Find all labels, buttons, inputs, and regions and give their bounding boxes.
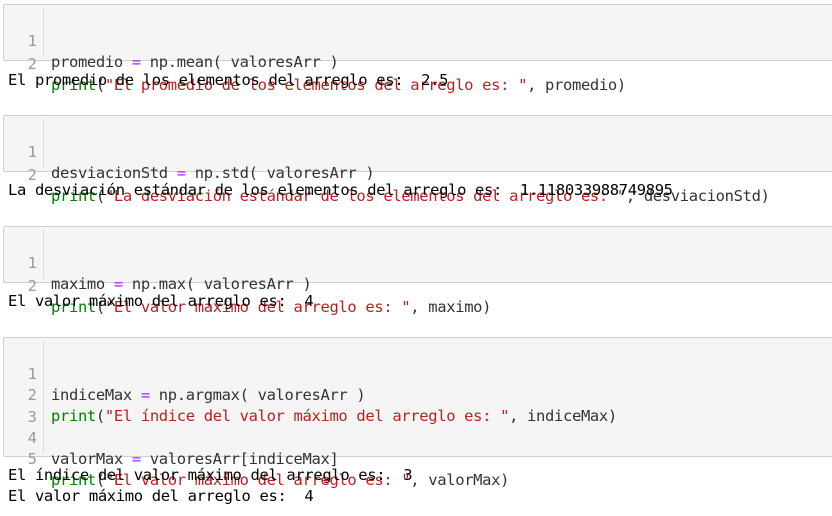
code-token: , promedio) xyxy=(527,76,626,94)
notebook: 1 promedio = np.mean( valoresArr ) 2 pri… xyxy=(0,0,832,516)
code-cell[interactable]: 1 indiceMax = np.argmax( valoresArr ) 2 … xyxy=(3,337,832,489)
code-token: = xyxy=(131,53,141,71)
code-cell[interactable]: 1 desviacionStd = np.std( valoresArr ) 2… xyxy=(3,115,832,205)
code-token: , maximo) xyxy=(410,298,492,316)
code-line[interactable]: 2 print("El valor máximo del arreglo es:… xyxy=(4,255,492,316)
code-line[interactable]: 1 indiceMax = np.argmax( valoresArr ) xyxy=(4,343,366,404)
code-token: np.mean( valoresArr ) xyxy=(140,53,339,71)
code-token: , valorMax) xyxy=(410,471,510,489)
code-token: = xyxy=(140,386,150,404)
code-text[interactable]: indiceMax = np.argmax( valoresArr ) xyxy=(51,385,366,406)
code-line[interactable]: 2 print("El índice del valor máximo del … xyxy=(4,364,618,425)
code-cell[interactable]: 1 maximo = np.max( valoresArr ) 2 print(… xyxy=(3,226,832,316)
cell-output: El valor máximo del arreglo es: 4 xyxy=(8,292,314,310)
code-token: "El índice del valor máximo del arreglo … xyxy=(104,407,510,425)
code-text[interactable]: print("El índice del valor máximo del ar… xyxy=(51,406,617,427)
code-line[interactable]: 5 print("El valor máximo del arreglo es:… xyxy=(4,428,510,489)
code-token: ( xyxy=(95,407,105,425)
code-token: indiceMax xyxy=(51,386,141,404)
code-line[interactable]: 3 xyxy=(4,386,60,426)
code-token: , indiceMax) xyxy=(509,407,617,425)
code-token: np.argmax( valoresArr ) xyxy=(149,386,366,404)
code-line[interactable]: 1 maximo = np.max( valoresArr ) xyxy=(4,232,312,293)
code-line[interactable]: 4 valorMax = valoresArr[indiceMax] xyxy=(4,407,339,468)
cell-output: El promedio de los elementos del arreglo… xyxy=(8,71,449,89)
code-token: promedio xyxy=(51,53,132,71)
code-line[interactable]: 2 print("El promedio de los elementos de… xyxy=(4,33,627,94)
cell-output: El valor máximo del arreglo es: 4 xyxy=(8,487,314,505)
cell-output: El índice del valor máximo del arreglo e… xyxy=(8,466,413,484)
code-line[interactable]: 1 promedio = np.mean( valoresArr ) xyxy=(4,10,339,71)
cell-output: La desviación estándar de los elementos … xyxy=(8,181,673,199)
code-cell[interactable]: 1 promedio = np.mean( valoresArr ) 2 pri… xyxy=(3,4,832,94)
code-line[interactable]: 2 print("La desviación estándar de los e… xyxy=(4,144,770,205)
code-line[interactable]: 1 desviacionStd = np.std( valoresArr ) xyxy=(4,121,375,182)
